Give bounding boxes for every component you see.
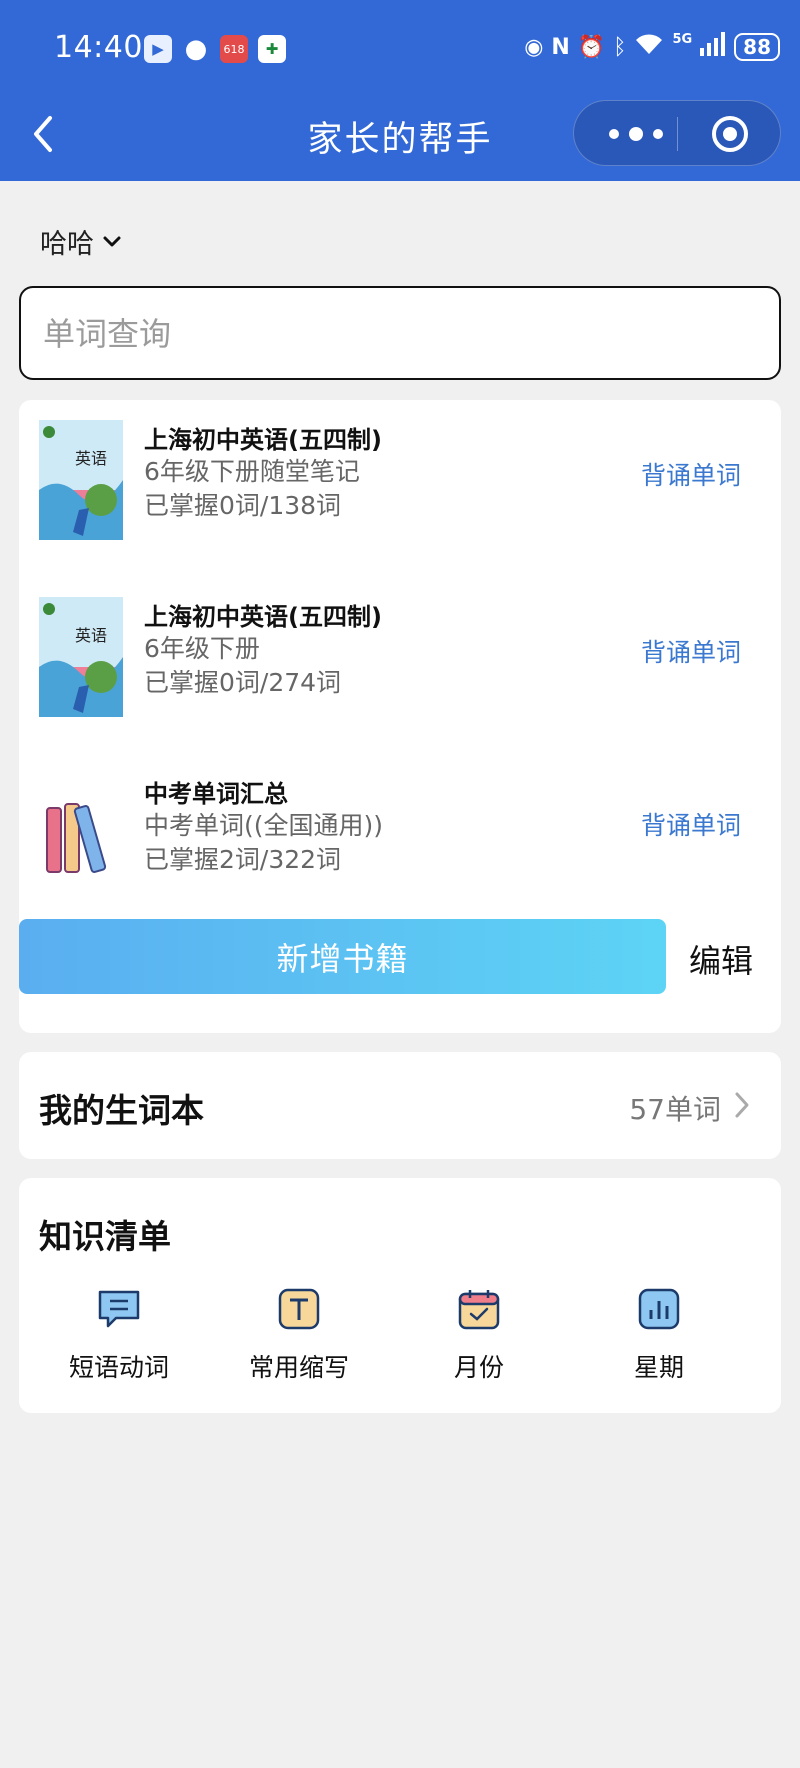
svg-text:英语: 英语 (75, 450, 107, 468)
book-item[interactable]: 中考单词汇总 中考单词((全国通用)) 已掌握2词/322词 背诵单词 (19, 774, 781, 914)
book-progress: 已掌握0词/138词 (144, 491, 342, 520)
knowledge-title: 知识清单 (39, 1217, 171, 1256)
knowledge-label: 常用缩写 (248, 1353, 349, 1382)
knowledge-item-weekdays[interactable]: 星期 (569, 1286, 749, 1384)
signal-icon (700, 32, 726, 62)
books-card: 英语 上海初中英语(五四制) 6年级下册随堂笔记 已掌握0词/138词 背诵单词… (19, 400, 781, 1033)
book-subtitle: 中考单词((全国通用)) (144, 811, 384, 840)
close-miniprogram-icon[interactable] (711, 115, 749, 153)
book-subtitle: 6年级下册 (144, 634, 260, 663)
word-search-box (19, 286, 781, 380)
book-item[interactable]: 英语 上海初中英语(五四制) 6年级下册随堂笔记 已掌握0词/138词 背诵单词 (19, 420, 781, 560)
shopping-app-icon: 618 (220, 35, 248, 63)
user-selector[interactable]: 哈哈 (40, 222, 122, 261)
english-textbook-cover-icon: 英语 (39, 420, 123, 540)
vocab-notebook-card[interactable]: 我的生词本 57单词 (19, 1052, 781, 1159)
recite-words-button[interactable]: 背诵单词 (641, 806, 741, 842)
knowledge-label: 短语动词 (68, 1353, 169, 1382)
english-textbook-cover-icon: 英语 (39, 597, 123, 717)
knowledge-item-phrasal-verbs[interactable]: 短语动词 (29, 1286, 209, 1384)
svg-text:英语: 英语 (75, 627, 107, 645)
recite-words-button[interactable]: 背诵单词 (641, 633, 741, 669)
status-time: 14:40 (54, 30, 143, 65)
book-item[interactable]: 英语 上海初中英语(五四制) 6年级下册 已掌握0词/274词 背诵单词 (19, 597, 781, 737)
vocab-title: 我的生词本 (39, 1091, 204, 1130)
vocab-count: 57单词 (629, 1093, 721, 1126)
alarm-icon: ⏰ (577, 34, 606, 60)
search-input[interactable] (21, 288, 745, 380)
chevron-down-icon (103, 236, 121, 246)
letter-t-icon (278, 1288, 320, 1330)
books-stack-icon (46, 803, 107, 873)
book-title: 上海初中英语(五四制) (144, 426, 382, 454)
book-progress: 已掌握2词/322词 (144, 845, 342, 874)
knowledge-list-card: 知识清单 短语动词 常用缩写 月份 星期 (19, 1178, 781, 1413)
capsule-divider (677, 117, 678, 151)
book-subtitle: 6年级下册随堂笔记 (144, 457, 360, 486)
more-icon[interactable] (604, 121, 668, 147)
status-indicators: ◉ N ⏰ ᛒ 5G 88 (524, 32, 780, 62)
status-app-icons: ▶ ● 618 ✚ (144, 34, 286, 64)
knowledge-item-abbreviations[interactable]: 常用缩写 (209, 1286, 389, 1384)
message-icon: ● (184, 34, 208, 64)
calendar-icon (458, 1290, 500, 1330)
chevron-right-icon (735, 1092, 749, 1118)
book-title: 上海初中英语(五四制) (144, 603, 382, 631)
nfc-icon: N (551, 34, 570, 60)
bluetooth-icon: ᛒ (613, 34, 627, 60)
bar-chart-icon (638, 1288, 680, 1330)
edit-books-button[interactable]: 编辑 (689, 936, 753, 982)
knowledge-label: 星期 (633, 1353, 684, 1382)
bank-app-icon: ✚ (258, 35, 286, 63)
eye-icon: ◉ (524, 34, 544, 60)
add-book-button[interactable]: 新增书籍 (19, 919, 666, 994)
wifi-icon (634, 32, 664, 62)
chat-list-icon (98, 1290, 140, 1328)
app-notification-icon: ▶ (144, 35, 172, 63)
battery-indicator: 88 (734, 33, 780, 61)
knowledge-item-months[interactable]: 月份 (389, 1286, 569, 1384)
miniprogram-capsule (573, 100, 781, 166)
knowledge-label: 月份 (453, 1353, 504, 1382)
network-type: 5G (672, 32, 693, 47)
book-progress: 已掌握0词/274词 (144, 668, 342, 697)
app-header: 14:40 ▶ ● 618 ✚ ◉ N ⏰ ᛒ 5G 88 家长的帮手 (0, 0, 800, 181)
user-name: 哈哈 (40, 229, 94, 260)
book-title: 中考单词汇总 (144, 780, 288, 808)
recite-words-button[interactable]: 背诵单词 (641, 456, 741, 492)
